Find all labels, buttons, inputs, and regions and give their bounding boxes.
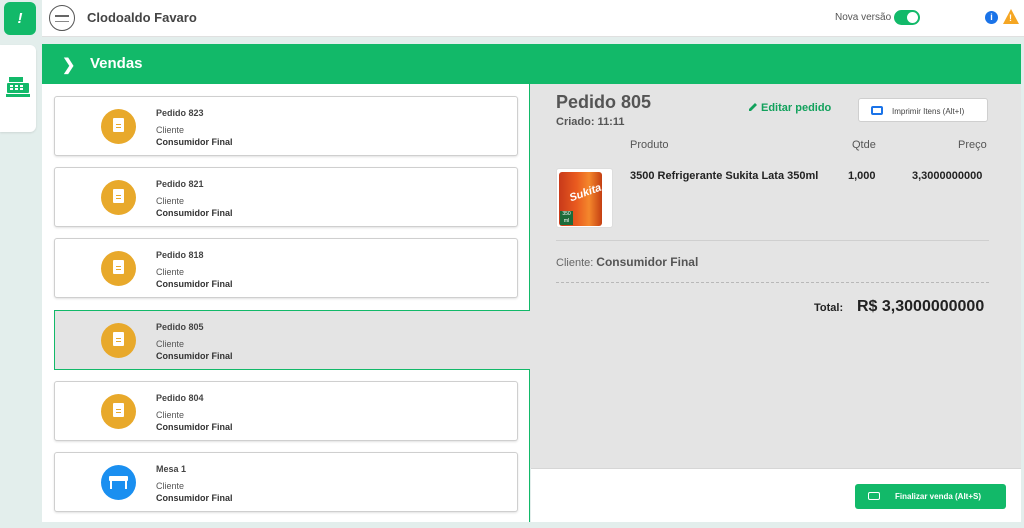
- finalize-sale-button[interactable]: Finalizar venda (Alt+S): [855, 484, 1006, 509]
- chevron-right-icon[interactable]: ❯: [62, 55, 75, 75]
- total-value: R$ 3,3000000000: [857, 298, 985, 315]
- exclamation-icon[interactable]: !: [4, 2, 36, 35]
- order-title: Pedido 805: [156, 322, 204, 332]
- order-title: Pedido 823: [156, 108, 204, 118]
- product-image-size: 350 ml: [560, 211, 573, 225]
- left-rail: !: [0, 0, 37, 528]
- order-detail: Pedido 805 Criado: 11:11 Editar pedido I…: [530, 84, 1021, 468]
- sidebar-item-pdv[interactable]: [0, 45, 36, 132]
- list-item[interactable]: Pedido 821 Cliente Consumidor Final: [54, 167, 518, 227]
- money-icon: [868, 492, 880, 500]
- list-item[interactable]: Mesa 1 Cliente Consumidor Final: [54, 452, 518, 512]
- pencil-icon: [749, 103, 757, 111]
- column-header-price: Preço: [958, 139, 987, 151]
- order-created-time: Criado: 11:11: [556, 116, 625, 128]
- nova-versao-toggle[interactable]: [894, 10, 920, 25]
- document-icon: [101, 323, 136, 358]
- list-item[interactable]: Pedido 818 Cliente Consumidor Final: [54, 238, 518, 298]
- client-label: Cliente: [156, 125, 185, 135]
- edit-order-label: Editar pedido: [761, 102, 832, 114]
- order-title: Pedido 818: [156, 250, 204, 260]
- client-name: Consumidor Final: [156, 422, 233, 432]
- section-title: Vendas: [90, 55, 143, 72]
- document-icon: [101, 394, 136, 429]
- user-name: Clodoaldo Favaro: [87, 10, 197, 25]
- print-items-label: Imprimir Itens (Alt+I): [892, 107, 965, 116]
- client-label: Cliente: [156, 339, 185, 349]
- client-name: Consumidor Final: [156, 493, 233, 503]
- print-items-button[interactable]: Imprimir Itens (Alt+I): [858, 98, 988, 122]
- client-line-label: Cliente:: [556, 257, 594, 269]
- product-image-brand: Sukita: [567, 181, 604, 205]
- column-header-product: Produto: [630, 139, 669, 151]
- client-label: Cliente: [156, 267, 185, 277]
- client-line-value: Consumidor Final: [596, 255, 699, 269]
- product-price: 3,3000000000: [912, 170, 983, 182]
- section-header: ❯ Vendas: [42, 44, 1021, 84]
- order-title: Mesa 1: [156, 464, 187, 474]
- client-name: Consumidor Final: [156, 137, 233, 147]
- client-label: Cliente: [156, 481, 185, 491]
- client-label: Cliente: [156, 196, 185, 206]
- nova-versao-label: Nova versão: [835, 12, 892, 23]
- detail-footer: Finalizar venda (Alt+S): [531, 468, 1021, 522]
- document-icon: [101, 180, 136, 215]
- total-label: Total:: [814, 302, 844, 314]
- table-icon: [101, 465, 136, 500]
- finalize-sale-label: Finalizar venda (Alt+S): [895, 492, 982, 501]
- company-logo: [49, 5, 75, 31]
- top-bar: Clodoaldo Favaro Nova versão i !: [42, 0, 1024, 37]
- list-item[interactable]: Pedido 823 Cliente Consumidor Final: [54, 96, 518, 156]
- client-name: Consumidor Final: [156, 208, 233, 218]
- cash-register-icon: [6, 77, 30, 97]
- column-header-qty: Qtde: [852, 139, 876, 151]
- order-title: Pedido 821: [156, 179, 204, 189]
- warning-icon[interactable]: !: [1003, 9, 1019, 24]
- dashed-divider: [556, 282, 989, 283]
- edit-order-button[interactable]: Editar pedido: [748, 102, 831, 114]
- document-icon: [101, 251, 136, 286]
- client-name: Consumidor Final: [156, 351, 233, 361]
- document-icon: [101, 109, 136, 144]
- product-qty: 1,000: [848, 170, 876, 182]
- client-label: Cliente: [156, 410, 185, 420]
- product-name: 3500 Refrigerante Sukita Lata 350ml: [630, 170, 819, 182]
- orders-list: Pedido 823 Cliente Consumidor Final Pedi…: [42, 84, 531, 522]
- divider: [556, 240, 989, 241]
- list-item-selected[interactable]: Pedido 805 Cliente Consumidor Final: [54, 310, 531, 370]
- product-image: Sukita 350 ml: [556, 168, 613, 228]
- printer-icon: [871, 106, 883, 115]
- list-item[interactable]: Pedido 804 Cliente Consumidor Final: [54, 381, 518, 441]
- order-detail-title: Pedido 805: [556, 92, 652, 112]
- client-line: Cliente: Consumidor Final: [556, 255, 698, 269]
- info-icon[interactable]: i: [985, 11, 998, 24]
- client-name: Consumidor Final: [156, 279, 233, 289]
- order-title: Pedido 804: [156, 393, 204, 403]
